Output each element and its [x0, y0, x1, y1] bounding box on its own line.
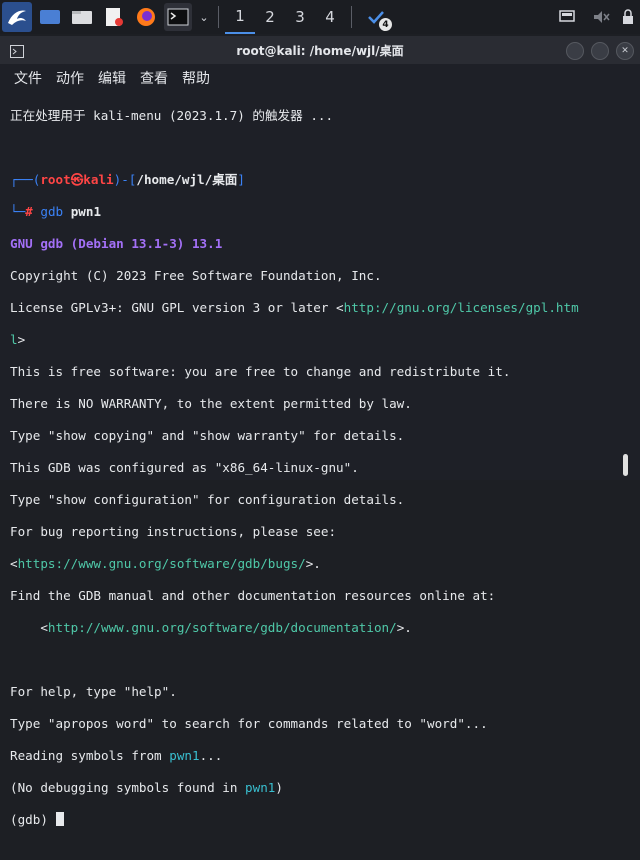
- copyright-line: Copyright (C) 2023 Free Software Foundat…: [10, 268, 382, 283]
- close-button[interactable]: ✕: [616, 42, 634, 60]
- kali-menu-icon[interactable]: [2, 2, 32, 32]
- apropos-line: Type "apropos word" to search for comman…: [10, 716, 488, 731]
- show-config-line: Type "show configuration" for configurat…: [10, 492, 405, 507]
- bugs-url-line: <https://www.gnu.org/software/gdb/bugs/>…: [10, 556, 321, 571]
- prompt-skull: ㉿: [70, 172, 84, 187]
- terminal-task-icon[interactable]: 4: [362, 3, 392, 31]
- workspace-4[interactable]: 4: [315, 0, 345, 34]
- no-debug-line: (No debugging symbols found in pwn1): [10, 780, 283, 795]
- menu-help[interactable]: 帮助: [182, 68, 210, 88]
- terminal-window: root@kali: /home/wjl/桌面 ✕ 文件 动作 编辑 查看 帮助…: [0, 36, 640, 827]
- prompt-line-1: ┌──(root㉿kali)-[/home/wjl/桌面]: [10, 172, 245, 187]
- doc-url-line: <http://www.gnu.org/software/gdb/documen…: [10, 620, 412, 635]
- menu-view[interactable]: 查看: [140, 68, 168, 88]
- trigger-line: 正在处理用于 kali-menu (2023.1.7) 的触发器 ...: [10, 108, 334, 123]
- workspace-1[interactable]: 1: [225, 0, 255, 34]
- terminal-output[interactable]: 正在处理用于 kali-menu (2023.1.7) 的触发器 ... ┌──…: [10, 92, 610, 827]
- reading-symbols-line: Reading symbols from pwn1...: [10, 748, 223, 763]
- minimize-button[interactable]: [566, 42, 584, 60]
- text-cursor: [55, 812, 64, 826]
- workspace-2[interactable]: 2: [255, 0, 285, 34]
- free-software-line: This is free software: you are free to c…: [10, 364, 511, 379]
- gdb-banner: GNU gdb (Debian 13.1-3) 13.1: [10, 236, 223, 251]
- file-manager-icon[interactable]: [68, 3, 96, 31]
- menu-file[interactable]: 文件: [14, 68, 42, 88]
- display-icon[interactable]: [556, 0, 578, 34]
- prompt-user: root: [40, 172, 71, 187]
- show-copying-line: Type "show copying" and "show warranty" …: [10, 428, 405, 443]
- command-name: gdb: [40, 204, 64, 219]
- license-line: License GPLv3+: GNU GPL version 3 or lat…: [10, 300, 579, 315]
- prompt-path: /home/wjl/桌面: [136, 172, 238, 187]
- find-manual-line: Find the GDB manual and other documentat…: [10, 588, 496, 603]
- notification-badge: 4: [379, 18, 392, 31]
- prompt-host: kali: [83, 172, 114, 187]
- configured-line: This GDB was configured as "x86_64-linux…: [10, 460, 359, 475]
- license-line-wrap: l>: [10, 332, 26, 347]
- license-link[interactable]: http://gnu.org/licenses/gpl.htm: [344, 300, 579, 315]
- chevron-down-icon[interactable]: ⌄: [196, 3, 212, 31]
- taskbar-separator: [218, 6, 219, 28]
- title-bar[interactable]: root@kali: /home/wjl/桌面 ✕: [0, 36, 640, 64]
- menu-action[interactable]: 动作: [56, 68, 84, 88]
- bug-report-line: For bug reporting instructions, please s…: [10, 524, 337, 539]
- scrollbar[interactable]: [623, 454, 628, 476]
- taskbar: ⌄ 1 2 3 4 4: [0, 0, 640, 34]
- menu-edit[interactable]: 编辑: [98, 68, 126, 88]
- gdb-prompt-line[interactable]: (gdb): [10, 812, 610, 828]
- terminal-icon[interactable]: [164, 3, 192, 31]
- taskbar-separator: [351, 6, 352, 28]
- window-title: root@kali: /home/wjl/桌面: [236, 44, 404, 58]
- gdb-prompt: (gdb): [10, 812, 56, 827]
- workspace-3[interactable]: 3: [285, 0, 315, 34]
- text-editor-icon[interactable]: [100, 3, 128, 31]
- maximize-button[interactable]: [591, 42, 609, 60]
- volume-muted-icon[interactable]: [590, 0, 612, 34]
- command-arg: pwn1: [70, 204, 102, 219]
- menu-bar: 文件 动作 编辑 查看 帮助: [0, 64, 640, 92]
- prompt-line-2: └─# gdb pwn1: [10, 204, 102, 219]
- bugs-link[interactable]: https://www.gnu.org/software/gdb/bugs/: [18, 556, 306, 571]
- lock-icon[interactable]: [618, 0, 638, 34]
- no-warranty-line: There is NO WARRANTY, to the extent perm…: [10, 396, 412, 411]
- documentation-link[interactable]: http://www.gnu.org/software/gdb/document…: [48, 620, 397, 635]
- show-desktop-icon[interactable]: [36, 3, 64, 31]
- help-line: For help, type "help".: [10, 684, 177, 699]
- firefox-icon[interactable]: [132, 3, 160, 31]
